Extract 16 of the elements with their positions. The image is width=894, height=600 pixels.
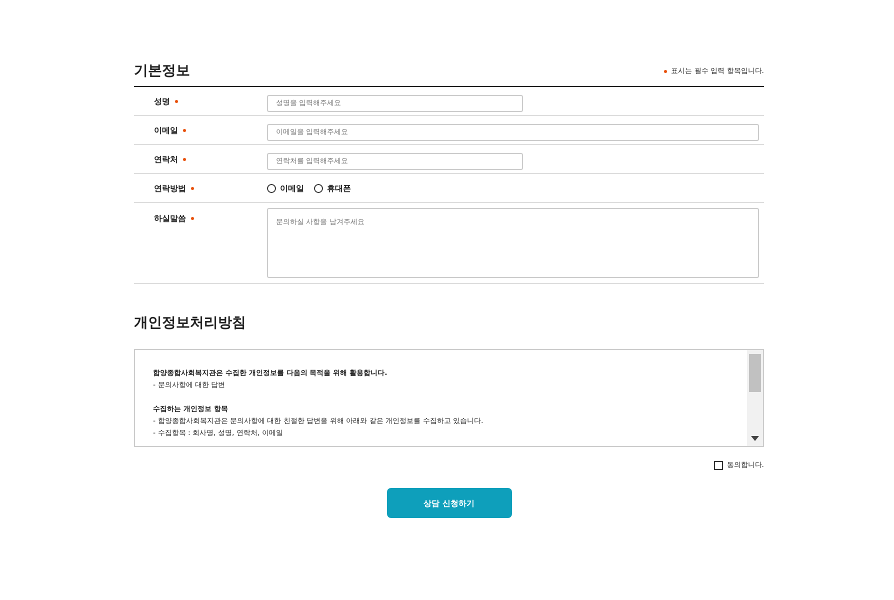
radio-button[interactable] [314,184,323,192]
section-title: 기본정보 [134,62,190,80]
section-title: 개인정보처리방침 [134,314,247,332]
scroll-down-icon[interactable] [751,436,759,441]
field-label: 하실말씀 [154,213,186,224]
radio-button[interactable] [267,184,276,192]
field-label: 이메일 [154,124,178,136]
radio-label: 이메일 [280,182,304,194]
field-label: 연락처 [154,154,178,164]
radio-label: 휴대폰 [327,182,351,194]
field-label: 성명 [154,96,170,106]
submit-button[interactable]: 상담 신청하기 [386,488,512,518]
field-label: 연락방법 [154,182,186,194]
scrollbar[interactable] [747,350,763,446]
agree-checkbox[interactable] [714,460,723,470]
required-dot-icon [664,70,668,72]
